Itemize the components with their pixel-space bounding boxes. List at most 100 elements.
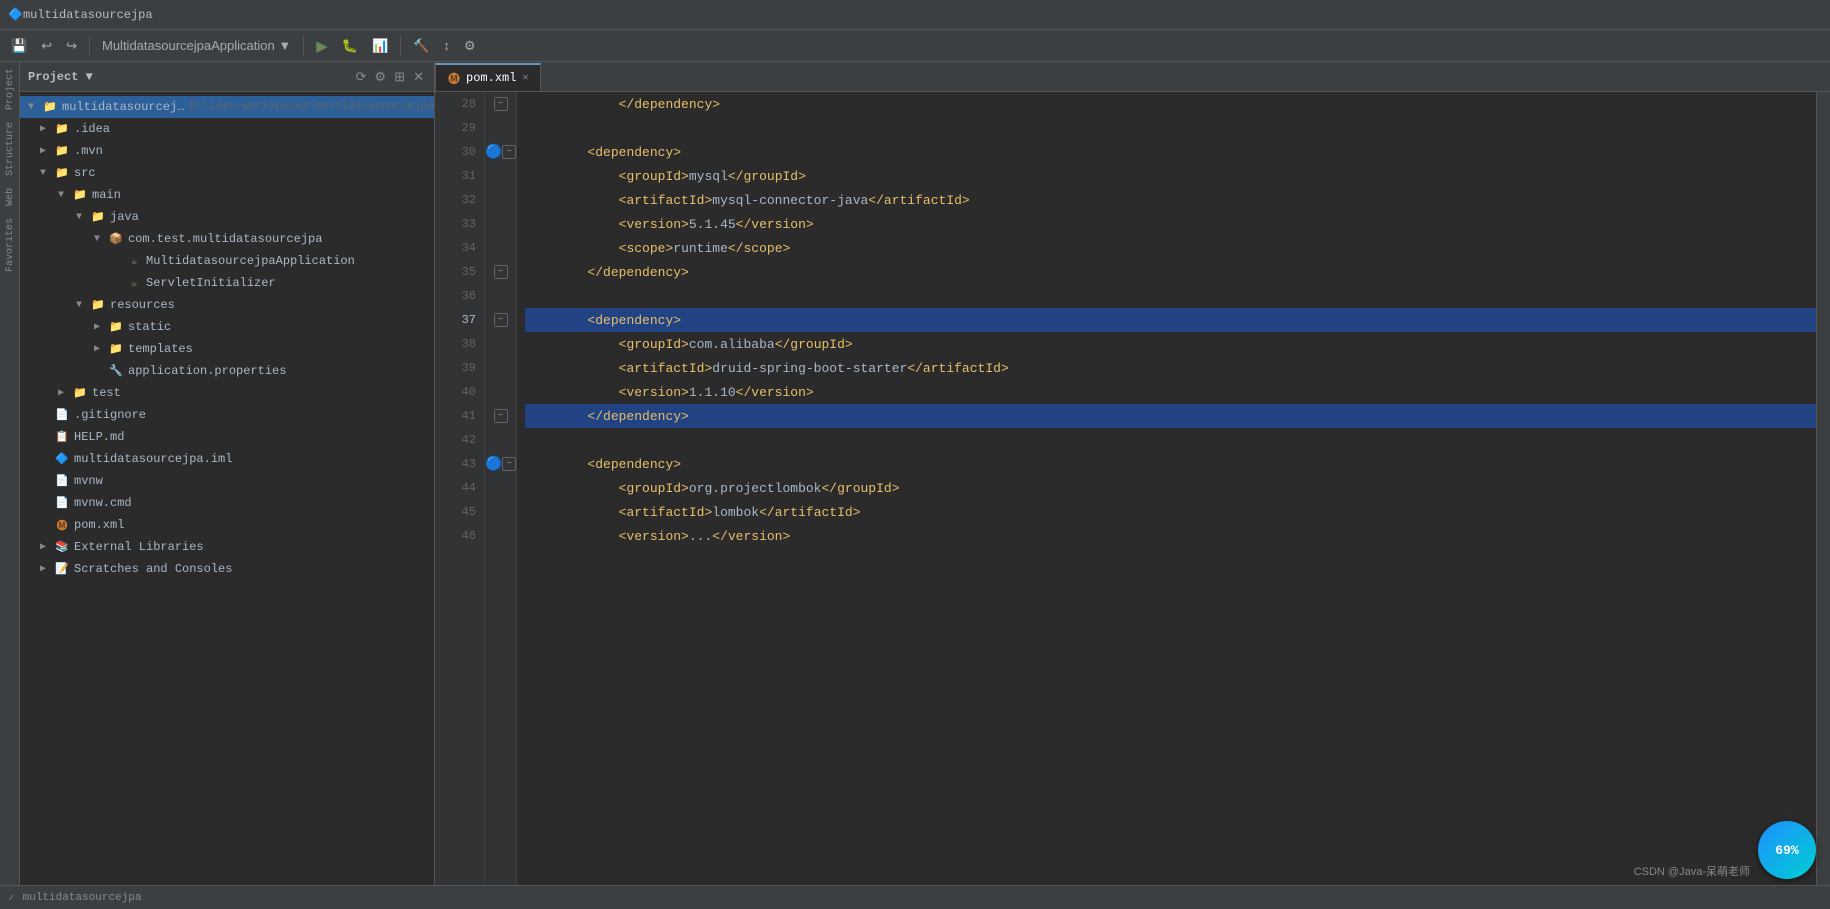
undo-button[interactable]: ↩ (36, 35, 57, 57)
fold-30[interactable]: − (502, 145, 516, 159)
vtab-structure[interactable]: Structure (0, 116, 19, 182)
tree-scratches[interactable]: ▶ 📝 Scratches and Consoles (20, 558, 434, 580)
settings-button[interactable]: ⚙ (459, 35, 481, 57)
code-line-30: <dependency> (525, 140, 1816, 164)
iml-icon: 🔷 (54, 451, 70, 467)
tree-mvnwcmd[interactable]: ▶ 📄 mvnw.cmd (20, 492, 434, 514)
gutter: − 🔵 − − − (485, 92, 517, 909)
resources-folder-icon: 📁 (90, 297, 106, 313)
watermark-text: CSDN @Java-呆萌老师 (1634, 866, 1750, 878)
templates-label: templates (128, 342, 193, 356)
git-button[interactable]: ↕ (438, 35, 455, 56)
settings-small-button[interactable]: ⚙ (373, 67, 389, 87)
tree-java[interactable]: ▼ 📁 java (20, 206, 434, 228)
src-folder-icon: 📁 (54, 165, 70, 181)
code-line-40: <version>1.1.10</version> (525, 380, 1816, 404)
tab-pom[interactable]: 🅜 pom.xml ✕ (435, 63, 541, 91)
fold-37[interactable]: − (494, 313, 508, 327)
csdn-badge[interactable]: 69% (1758, 821, 1816, 879)
tree-iml[interactable]: ▶ 🔷 multidatasourcejpa.iml (20, 448, 434, 470)
tag-28: dependency (634, 97, 712, 112)
save-button[interactable]: 💾 (6, 35, 32, 57)
code-content[interactable]: </dependency> <dependency> <groupId>mysq… (517, 92, 1816, 909)
profile-button[interactable]: 📊 (367, 35, 393, 57)
extlibs-icon: 📚 (54, 539, 70, 555)
tree-static[interactable]: ▶ 📁 static (20, 316, 434, 338)
tree-servlet[interactable]: ▶ ☕ ServletInitializer (20, 272, 434, 294)
test-folder-icon: 📁 (72, 385, 88, 401)
build-button[interactable]: 🔨 (408, 35, 434, 57)
main-arrow: ▼ (58, 190, 72, 201)
src-arrow: ▼ (40, 168, 54, 179)
bottom-bar: ✓ multidatasourcejpa (0, 885, 1830, 909)
tag-31-b: groupId (743, 169, 798, 184)
tree-resources[interactable]: ▼ 📁 resources (20, 294, 434, 316)
gitignore-icon: 📄 (54, 407, 70, 423)
sync-button[interactable]: ⟳ (354, 67, 369, 87)
tree-src[interactable]: ▼ 📁 src (20, 162, 434, 184)
idea-folder-icon: 📁 (54, 121, 70, 137)
java-arrow: ▼ (76, 212, 90, 223)
gutter-45 (485, 500, 516, 524)
tree-templates[interactable]: ▶ 📁 templates (20, 338, 434, 360)
gutter-31 (485, 164, 516, 188)
vtab-web[interactable]: Web (0, 182, 19, 212)
tree-test[interactable]: ▶ 📁 test (20, 382, 434, 404)
title-text: multidatasourcejpa (23, 8, 153, 22)
watermark: CSDN @Java-呆萌老师 (1634, 863, 1750, 879)
tree-root[interactable]: ▼ 📁 multidatasourcejpa D:\idea_workspace… (20, 96, 434, 118)
fold-41[interactable]: − (494, 409, 508, 423)
vtab-project[interactable]: Project (0, 62, 19, 116)
scratches-icon: 📝 (54, 561, 70, 577)
tree-main[interactable]: ▼ 📁 main (20, 184, 434, 206)
tree-helpmd[interactable]: ▶ 📋 HELP.md (20, 426, 434, 448)
code-editor[interactable]: 28 29 30 31 32 33 34 35 36 37 38 39 40 4… (435, 92, 1830, 909)
idea-arrow: ▶ (40, 123, 54, 135)
com-folder-icon: 📦 (108, 231, 124, 247)
scratches-label: Scratches and Consoles (74, 562, 232, 576)
root-folder-icon: 📁 (42, 99, 58, 115)
separator-1 (89, 36, 90, 56)
linenum-44: 44 (435, 476, 484, 500)
mvnw-label: mvnw (74, 474, 103, 488)
com-label: com.test.multidatasourcejpa (128, 232, 322, 246)
extlibs-label: External Libraries (74, 540, 204, 554)
code-line-43: <dependency> (525, 452, 1816, 476)
project-header: Project ▼ ⟳ ⚙ ⊞ ✕ (20, 62, 434, 92)
redo-button[interactable]: ↪ (61, 35, 82, 57)
run-button[interactable]: ▶ (311, 34, 333, 58)
tree-extlibs[interactable]: ▶ 📚 External Libraries (20, 536, 434, 558)
tree-mvnw[interactable]: ▶ 📄 mvnw (20, 470, 434, 492)
expand-button[interactable]: ⊞ (392, 67, 407, 87)
gutter-46 (485, 524, 516, 548)
root-path: D:\idea_workspace2\multidatasourcejpa (190, 101, 434, 113)
tab-pom-close[interactable]: ✕ (522, 72, 528, 84)
code-line-34: <scope>runtime</scope> (525, 236, 1816, 260)
right-scrollbar[interactable] (1816, 92, 1830, 909)
debug-button[interactable]: 🐛 (337, 35, 363, 57)
fold-28[interactable]: − (494, 97, 508, 111)
mvnw-icon: 📄 (54, 473, 70, 489)
fold-43[interactable]: − (502, 457, 516, 471)
project-panel: Project ▼ ⟳ ⚙ ⊞ ✕ ▼ 📁 multidatasourcejpa… (20, 62, 435, 909)
tree-com[interactable]: ▼ 📦 com.test.multidatasourcejpa (20, 228, 434, 250)
tree-pom[interactable]: ▶ 🅜 pom.xml (20, 514, 434, 536)
tree-mvn[interactable]: ▶ 📁 .mvn (20, 140, 434, 162)
gutter-29 (485, 116, 516, 140)
linenum-40: 40 (435, 380, 484, 404)
project-name: MultidatasourcejpaApplication (102, 38, 275, 53)
tree-idea[interactable]: ▶ 📁 .idea (20, 118, 434, 140)
bracket-31-3: </ (728, 169, 744, 184)
text-31: mysql (689, 169, 728, 184)
tree-app-class[interactable]: ▶ ☕ MultidatasourcejpaApplication (20, 250, 434, 272)
tree-appprops[interactable]: ▶ 🔧 application.properties (20, 360, 434, 382)
close-panel-button[interactable]: ✕ (411, 67, 426, 87)
servlet-icon: ☕ (126, 275, 142, 291)
fold-35[interactable]: − (494, 265, 508, 279)
linenum-45: 45 (435, 500, 484, 524)
vtab-favorites[interactable]: Favorites (0, 212, 19, 278)
com-arrow: ▼ (94, 234, 108, 245)
tree-gitignore[interactable]: ▶ 📄 .gitignore (20, 404, 434, 426)
templates-arrow: ▶ (94, 343, 108, 355)
project-selector[interactable]: MultidatasourcejpaApplication ▼ (97, 35, 296, 56)
